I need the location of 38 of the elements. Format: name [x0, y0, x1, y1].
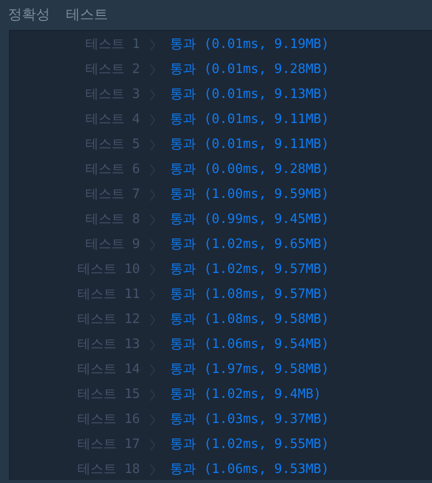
section-title: 테스트	[66, 6, 108, 24]
test-result: 통과 (0.99ms, 9.45MB)	[170, 210, 330, 229]
test-result: 통과 (1.02ms, 9.65MB)	[170, 236, 330, 254]
test-result: 통과 (0.01ms, 9.11MB)	[170, 110, 330, 129]
test-result: 통과 (1.08ms, 9.58MB)	[170, 310, 330, 329]
chevron-icon	[150, 364, 155, 376]
test-result: 통과 (1.08ms, 9.57MB)	[170, 286, 330, 304]
chevron-icon	[150, 288, 155, 300]
chevron-icon	[150, 114, 155, 126]
test-result: 통과 (0.01ms, 9.28MB)	[170, 60, 330, 79]
chevron-icon	[150, 164, 155, 176]
test-result: 통과 (1.02ms, 9.4MB)	[170, 386, 322, 404]
test-result: 통과 (1.06ms, 9.53MB)	[170, 460, 330, 479]
test-result: 통과 (1.02ms, 9.55MB)	[170, 436, 330, 454]
chevron-icon	[150, 438, 155, 450]
test-result: 통과 (0.01ms, 9.19MB)	[170, 36, 330, 54]
test-result: 통과 (1.06ms, 9.54MB)	[170, 336, 330, 354]
chevron-icon	[150, 264, 155, 276]
test-result: 통과 (1.03ms, 9.37MB)	[170, 410, 330, 429]
chevron-icon	[150, 414, 155, 426]
chevron-icon	[150, 64, 155, 76]
test-result: 통과 (1.00ms, 9.59MB)	[170, 186, 330, 204]
section-label: 정확성	[8, 6, 50, 24]
chevron-icon	[150, 464, 155, 476]
chevron-icon	[150, 38, 155, 50]
chevron-icon	[150, 314, 155, 326]
test-result: 통과 (0.01ms, 9.11MB)	[170, 136, 330, 154]
chevron-icon	[150, 214, 155, 226]
chevron-icon	[150, 138, 155, 150]
test-result: 통과 (1.97ms, 9.58MB)	[170, 360, 330, 379]
chevron-icon	[150, 238, 155, 250]
test-result: 통과 (0.00ms, 9.28MB)	[170, 160, 330, 179]
chevron-icon	[150, 338, 155, 350]
chevron-icon	[150, 88, 155, 100]
chevron-icon	[150, 388, 155, 400]
test-result: 통과 (0.01ms, 9.13MB)	[170, 86, 330, 104]
chevron-icon	[150, 188, 155, 200]
test-result: 통과 (1.02ms, 9.57MB)	[170, 260, 330, 279]
